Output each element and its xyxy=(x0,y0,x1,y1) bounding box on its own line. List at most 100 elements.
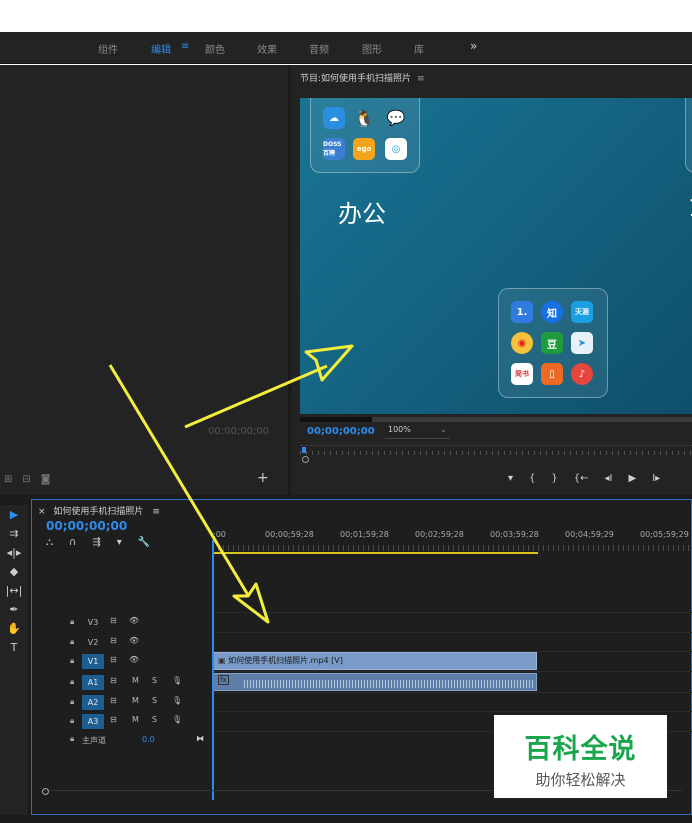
master-volume[interactable]: 0.0 xyxy=(142,735,155,744)
tab-libraries[interactable]: 库 xyxy=(414,41,424,56)
ripple-edit-tool-icon[interactable]: ◂|▸ xyxy=(0,543,28,562)
track-header-v3: 🔒︎ V3 ⊟ 👁︎ xyxy=(32,613,212,632)
lock-icon[interactable]: 🔒︎ xyxy=(70,617,74,627)
track-name[interactable]: A1 xyxy=(82,675,104,690)
track-name[interactable]: A3 xyxy=(82,714,104,729)
go-to-end-icon[interactable]: ⧓ xyxy=(196,734,204,743)
audio-clip[interactable]: fx xyxy=(213,673,537,691)
camera-icon[interactable]: ◙ xyxy=(41,474,51,485)
lock-icon[interactable]: 🔒︎ xyxy=(70,734,74,744)
wechat-app-icon: 💬 xyxy=(386,109,406,127)
sync-lock-icon[interactable]: ⊟ xyxy=(110,676,117,685)
lock-icon[interactable]: 🔒︎ xyxy=(70,697,74,707)
nest-icon[interactable]: ⛬ xyxy=(46,537,53,548)
track-name[interactable]: V2 xyxy=(82,635,104,650)
bird-app-icon: ➤ xyxy=(571,332,593,354)
ruler-label: 00;03;59;28 xyxy=(490,530,539,539)
microphone-icon[interactable]: 🎙︎ xyxy=(172,696,182,705)
tab-audio[interactable]: 音频 xyxy=(309,41,329,56)
wrench-icon[interactable]: 🔧 xyxy=(138,537,150,548)
premiere-app: 00;00;00;00 ⊞ ⊟ ◙ + 节目:如何使用手机扫描照片 ≡ ☁ 🐧 💬… xyxy=(0,65,692,823)
eye-icon[interactable]: 👁︎ xyxy=(129,655,139,664)
solo-button[interactable]: S xyxy=(152,715,157,724)
zhihu-app-icon: 知 xyxy=(541,301,563,323)
sync-lock-icon[interactable]: ⊟ xyxy=(110,636,117,645)
eye-icon[interactable]: 👁︎ xyxy=(129,636,139,645)
video-clip[interactable]: ▣ 如何使用手机扫描照片.mp4 [V] xyxy=(213,652,537,670)
step-forward-icon[interactable]: I▸ xyxy=(652,473,660,484)
tab-effects[interactable]: 效果 xyxy=(257,41,277,56)
marker-icon[interactable]: ▾ xyxy=(508,473,513,484)
book-app-icon: ▯ xyxy=(541,363,563,385)
type-tool-icon[interactable]: T xyxy=(0,638,28,657)
tools-panel: ▶ ⇉ ◂|▸ ◆ |↔| ✒ ✋ T xyxy=(0,505,28,815)
mute-button[interactable]: M xyxy=(132,715,139,724)
linked-selection-icon[interactable]: ⇶ xyxy=(92,537,100,548)
track-header-a2: 🔒︎ A2 ⊟ M S 🎙︎ xyxy=(32,693,212,712)
timeline-zoom-handle[interactable] xyxy=(42,788,49,795)
tab-color[interactable]: 颜色 xyxy=(205,41,225,56)
timeline-timecode[interactable]: 00;00;00;00 xyxy=(46,519,127,533)
lock-icon[interactable]: 🔒︎ xyxy=(70,677,74,687)
track-select-tool-icon[interactable]: ⇉ xyxy=(0,524,28,543)
program-scrollbar[interactable] xyxy=(300,417,692,422)
pen-tool-icon[interactable]: ✒ xyxy=(0,600,28,619)
timeline-playhead[interactable] xyxy=(212,540,214,800)
sync-lock-icon[interactable]: ⊟ xyxy=(110,655,117,664)
solo-button[interactable]: S xyxy=(152,696,157,705)
snap-icon[interactable]: ∩ xyxy=(69,537,76,548)
insert-icon[interactable]: ⊞ xyxy=(4,474,12,485)
program-scroll-thumb[interactable] xyxy=(372,417,692,422)
mark-in-icon[interactable]: { xyxy=(529,473,535,484)
sync-lock-icon[interactable]: ⊟ xyxy=(110,715,117,724)
lock-icon[interactable]: 🔒︎ xyxy=(70,656,74,666)
add-marker-icon[interactable]: ▾ xyxy=(117,537,122,548)
workspace-menu-icon[interactable]: ≡ xyxy=(181,41,189,52)
microphone-icon[interactable]: 🎙︎ xyxy=(172,715,182,724)
timeline-ruler[interactable] xyxy=(213,545,692,551)
program-zoom-handle[interactable] xyxy=(302,456,309,463)
program-menu-icon[interactable]: ≡ xyxy=(417,74,425,84)
lock-icon[interactable]: 🔒︎ xyxy=(70,716,74,726)
track-header-a1: 🔒︎ A1 ⊟ M S 🎙︎ xyxy=(32,673,212,692)
selection-tool-icon[interactable]: ▶ xyxy=(0,505,28,524)
play-icon[interactable]: ▶ xyxy=(629,473,637,484)
work-area-bar[interactable] xyxy=(213,552,538,554)
razor-tool-icon[interactable]: ◆ xyxy=(0,562,28,581)
program-video-frame: ☁ 🐧 💬 DOSS 百聘 ego ◎ 办公 1 1. 知 天涯 ◉ 豆 ➤ 简… xyxy=(300,98,692,414)
source-toolbar: ⊞ ⊟ ◙ xyxy=(4,474,50,485)
eye-icon[interactable]: 👁︎ xyxy=(129,616,139,625)
overwrite-icon[interactable]: ⊟ xyxy=(22,474,30,485)
sync-lock-icon[interactable]: ⊟ xyxy=(110,616,117,625)
timeline-tab[interactable]: × 如何使用手机扫描照片 ≡ xyxy=(38,504,160,517)
add-button[interactable]: + xyxy=(257,470,269,486)
tab-editing[interactable]: 编辑 xyxy=(151,41,171,56)
track-name[interactable]: V3 xyxy=(82,615,104,630)
top-margin xyxy=(0,0,692,32)
track-name[interactable]: V1 xyxy=(82,654,104,669)
close-icon[interactable]: × xyxy=(38,507,46,517)
mute-button[interactable]: M xyxy=(132,676,139,685)
zoom-select[interactable]: 100% ⌄ xyxy=(385,425,450,439)
app-folder-bottom: 1. 知 天涯 ◉ 豆 ➤ 简书 ▯ ♪ xyxy=(498,288,608,398)
zoom-value: 100% xyxy=(388,425,411,434)
lock-icon[interactable]: 🔒︎ xyxy=(70,637,74,647)
watermark: 百科全说 助你轻松解决 xyxy=(494,715,667,798)
microphone-icon[interactable]: 🎙︎ xyxy=(172,676,182,685)
tab-assembly[interactable]: 组件 xyxy=(98,41,118,56)
go-to-in-icon[interactable]: {← xyxy=(574,473,589,484)
tab-graphics[interactable]: 图形 xyxy=(362,41,382,56)
program-playhead[interactable] xyxy=(302,447,306,453)
hand-tool-icon[interactable]: ✋ xyxy=(0,619,28,638)
timeline-menu-icon[interactable]: ≡ xyxy=(152,507,160,517)
mark-out-icon[interactable]: } xyxy=(551,473,557,484)
more-workspaces-icon[interactable]: » xyxy=(470,39,477,53)
program-timecode[interactable]: 00;00;00;00 xyxy=(307,426,375,437)
solo-button[interactable]: S xyxy=(152,676,157,685)
track-name[interactable]: A2 xyxy=(82,695,104,710)
track-header-a3: 🔒︎ A3 ⊟ M S 🎙︎ xyxy=(32,712,212,731)
sync-lock-icon[interactable]: ⊟ xyxy=(110,696,117,705)
slip-tool-icon[interactable]: |↔| xyxy=(0,581,28,600)
step-back-icon[interactable]: ◂I xyxy=(605,473,613,484)
mute-button[interactable]: M xyxy=(132,696,139,705)
